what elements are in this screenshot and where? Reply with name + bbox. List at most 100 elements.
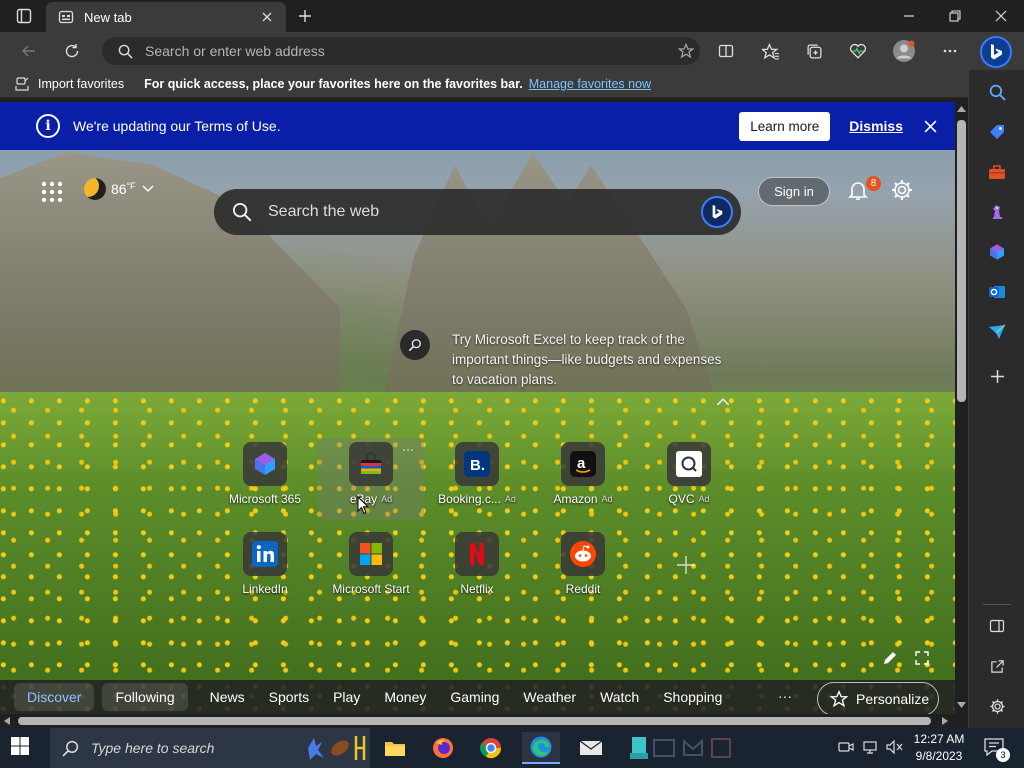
- sidebar-outlook-button[interactable]: [983, 278, 1011, 306]
- favorites-button[interactable]: [755, 36, 785, 66]
- sidebar-add-button[interactable]: [983, 362, 1011, 390]
- toolbox-icon: [989, 165, 1005, 179]
- taskbar-firefox[interactable]: [424, 732, 462, 764]
- amazon-icon: a: [570, 451, 596, 477]
- paper-plane-icon: [989, 324, 1006, 339]
- tab-weather[interactable]: Weather: [523, 689, 576, 705]
- edit-background-button[interactable]: [882, 650, 898, 669]
- firefox-icon: [433, 738, 453, 758]
- banner-message: We're updating our Terms of Use.: [73, 118, 281, 134]
- horizontal-scroll-thumb[interactable]: [18, 717, 931, 725]
- new-tab-button[interactable]: [292, 4, 318, 28]
- sign-in-button[interactable]: Sign in: [758, 177, 830, 206]
- sidebar-drop-button[interactable]: [983, 318, 1011, 346]
- bing-chat-button[interactable]: [980, 36, 1012, 68]
- tab-news[interactable]: News: [210, 689, 245, 705]
- scroll-up-arrow-icon: [957, 106, 966, 112]
- quick-link-netflix[interactable]: Netflix: [424, 528, 530, 610]
- dismiss-button[interactable]: Dismiss: [849, 118, 903, 134]
- address-bar[interactable]: Search or enter web address: [102, 37, 700, 65]
- refresh-icon: [65, 44, 79, 58]
- meet-now-button[interactable]: [838, 740, 854, 757]
- quick-link-ebay[interactable]: ··· eBay Ad: [318, 438, 424, 520]
- restore-button[interactable]: [932, 0, 978, 32]
- collapse-tip-button[interactable]: [716, 394, 730, 409]
- taskbar-chrome[interactable]: [472, 732, 510, 764]
- tile-more-options-button[interactable]: ···: [402, 442, 414, 456]
- sidebar-settings-button[interactable]: [983, 692, 1011, 720]
- tab-discover[interactable]: Discover: [14, 683, 95, 711]
- personalize-button[interactable]: Personalize: [817, 682, 939, 714]
- quick-link-microsoft-start[interactable]: Microsoft Start: [318, 528, 424, 610]
- close-window-button[interactable]: [978, 0, 1024, 32]
- sidebar-games-button[interactable]: [983, 198, 1011, 226]
- browser-essentials-button[interactable]: [843, 36, 873, 66]
- action-center-button[interactable]: 3: [984, 738, 1010, 762]
- more-categories-button[interactable]: ···: [778, 688, 792, 704]
- refresh-button[interactable]: [57, 36, 87, 66]
- quick-link-booking[interactable]: B. Booking.c... Ad: [424, 438, 530, 520]
- tab-watch[interactable]: Watch: [600, 689, 639, 705]
- tab-play[interactable]: Play: [333, 689, 360, 705]
- tab-new-tab[interactable]: New tab: [46, 2, 286, 32]
- tab-shopping[interactable]: Shopping: [663, 689, 722, 705]
- close-tab-button[interactable]: [258, 8, 276, 26]
- taskbar-clock[interactable]: 12:27 AM 9/8/2023: [910, 731, 968, 765]
- sidebar-shopping-button[interactable]: [983, 118, 1011, 146]
- tab-actions-icon: [16, 8, 32, 24]
- volume-button[interactable]: [886, 739, 904, 757]
- vertical-scroll-thumb[interactable]: [957, 120, 966, 402]
- import-favorites-button[interactable]: Import favorites: [14, 76, 124, 92]
- collections-button[interactable]: [799, 36, 829, 66]
- chrome-icon: [480, 738, 502, 759]
- taskbar-edge[interactable]: [522, 732, 560, 764]
- hide-sidebar-button[interactable]: [983, 612, 1011, 640]
- network-button[interactable]: [862, 740, 878, 757]
- taskbar-file-explorer[interactable]: [376, 732, 414, 764]
- manage-favorites-link[interactable]: Manage favorites now: [529, 77, 651, 91]
- taskbar-search-box[interactable]: Type here to search: [50, 728, 370, 768]
- mail-ghost-icon: [683, 739, 703, 756]
- sidebar-search-button[interactable]: [983, 78, 1011, 106]
- horizontal-scrollbar[interactable]: [0, 714, 955, 728]
- expand-view-button[interactable]: [914, 650, 930, 669]
- tab-gaming[interactable]: Gaming: [450, 689, 499, 705]
- close-banner-button[interactable]: [921, 117, 939, 135]
- settings-more-button[interactable]: [935, 36, 965, 66]
- back-button[interactable]: [14, 36, 44, 66]
- avatar-icon: [893, 40, 915, 62]
- sidebar-tools-button[interactable]: [983, 158, 1011, 186]
- magnifier-icon: [408, 339, 421, 352]
- quick-link-linkedin[interactable]: LinkedIn: [212, 528, 318, 610]
- quick-link-amazon[interactable]: a Amazon Ad: [530, 438, 636, 520]
- sidebar-microsoft-365-button[interactable]: [983, 238, 1011, 266]
- weather-temp: 86: [111, 181, 127, 197]
- page-settings-button[interactable]: [890, 178, 916, 204]
- bing-search-button[interactable]: [701, 196, 733, 228]
- taskbar-ghost-app-3[interactable]: [702, 732, 740, 764]
- add-quick-link-button[interactable]: [675, 554, 699, 578]
- app-launcher-button[interactable]: [40, 180, 64, 204]
- start-button[interactable]: [10, 736, 34, 760]
- plus-icon: [299, 10, 311, 22]
- tab-actions-button[interactable]: [6, 4, 42, 28]
- taskbar-mail-app[interactable]: [572, 732, 610, 764]
- notifications-button[interactable]: 8: [846, 176, 881, 204]
- split-screen-button[interactable]: [711, 36, 741, 66]
- visual-search-button[interactable]: [400, 330, 430, 360]
- open-external-button[interactable]: [983, 652, 1011, 680]
- profile-button[interactable]: [889, 36, 919, 66]
- minimize-button[interactable]: [886, 0, 932, 32]
- weather-unit: °F: [126, 181, 136, 191]
- tab-sports[interactable]: Sports: [269, 689, 309, 705]
- learn-more-button[interactable]: Learn more: [739, 111, 831, 141]
- add-favorite-button[interactable]: [672, 37, 700, 65]
- web-search-box[interactable]: Search the web: [214, 189, 741, 235]
- tab-following[interactable]: Following: [102, 683, 188, 711]
- quick-link-reddit[interactable]: Reddit: [530, 528, 636, 610]
- quick-link-microsoft-365[interactable]: Microsoft 365: [212, 438, 318, 520]
- quick-link-qvc[interactable]: QVC Ad: [636, 438, 742, 520]
- vertical-scrollbar[interactable]: [955, 102, 968, 714]
- weather-widget[interactable]: 86 °F: [84, 178, 154, 200]
- tab-money[interactable]: Money: [384, 689, 426, 705]
